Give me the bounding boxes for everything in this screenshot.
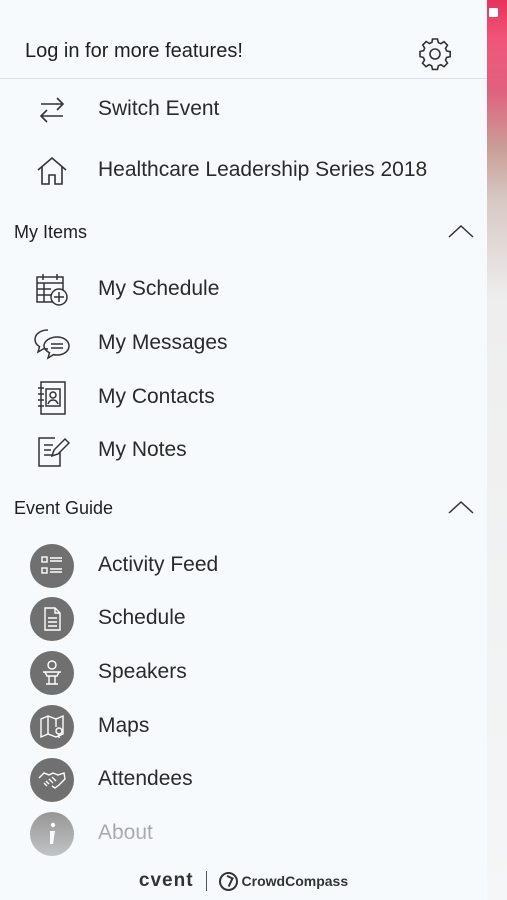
- navigation-drawer: Log in for more features! Switch Event H…: [0, 0, 487, 900]
- maps-label: Maps: [98, 714, 150, 737]
- event-guide-title: Event Guide: [14, 498, 114, 518]
- list-icon: [30, 544, 74, 588]
- home-icon: [30, 151, 74, 191]
- crowdcompass-logo: CrowdCompass: [218, 871, 349, 891]
- attendees-item[interactable]: Attendees: [0, 754, 487, 806]
- event-guide-header[interactable]: Event Guide: [0, 494, 487, 524]
- about-icon-wrap: [30, 812, 74, 856]
- document-icon: [30, 597, 74, 641]
- my-contacts-label: My Contacts: [98, 385, 215, 408]
- attendees-label: Attendees: [98, 767, 193, 790]
- schedule-icon-wrap: [30, 597, 74, 641]
- login-prompt[interactable]: Log in for more features!: [25, 40, 243, 63]
- my-contacts-item[interactable]: My Contacts: [0, 372, 487, 424]
- podium-icon: [30, 651, 74, 695]
- map-pin-icon: [30, 705, 74, 749]
- speakers-label: Speakers: [98, 660, 187, 683]
- my-schedule-label: My Schedule: [98, 277, 220, 300]
- contacts-book-icon: [30, 378, 74, 418]
- chat-bubbles-icon: [30, 324, 74, 364]
- crowdcompass-icon: [218, 871, 238, 891]
- battery-icon: [489, 8, 498, 17]
- my-notes-label: My Notes: [98, 438, 187, 461]
- my-messages-label: My Messages: [98, 331, 228, 354]
- current-event-label: Healthcare Leadership Series 2018: [98, 158, 428, 181]
- speakers-item[interactable]: Speakers: [0, 647, 487, 699]
- cvent-logo: cvent: [138, 870, 194, 891]
- attendees-icon-wrap: [30, 758, 74, 802]
- schedule-item[interactable]: Schedule: [0, 593, 487, 645]
- my-items-header[interactable]: My Items: [0, 218, 487, 248]
- about-label: About: [98, 821, 153, 844]
- my-messages-item[interactable]: My Messages: [0, 318, 487, 370]
- chevron-up-icon[interactable]: [446, 220, 476, 242]
- my-schedule-item[interactable]: My Schedule: [0, 264, 487, 316]
- maps-item[interactable]: Maps: [0, 701, 487, 753]
- footer-divider: [205, 871, 207, 891]
- maps-icon-wrap: [30, 705, 74, 749]
- switch-arrows-icon: [30, 90, 74, 130]
- activity-feed-label: Activity Feed: [98, 553, 219, 576]
- speakers-icon-wrap: [30, 651, 74, 695]
- footer-branding: cvent CrowdCompass: [0, 866, 487, 896]
- crowdcompass-text: CrowdCompass: [241, 873, 349, 889]
- switch-event-item[interactable]: Switch Event: [0, 84, 487, 136]
- my-notes-item[interactable]: My Notes: [0, 425, 487, 477]
- calendar-add-icon: [30, 270, 74, 310]
- info-icon: [30, 812, 74, 856]
- chevron-up-icon[interactable]: [446, 496, 476, 518]
- activity-feed-icon-wrap: [30, 544, 74, 588]
- handshake-icon: [30, 758, 74, 802]
- about-item[interactable]: About: [0, 808, 487, 860]
- drawer-header: Log in for more features!: [0, 18, 487, 79]
- notes-pencil-icon: [30, 431, 74, 471]
- current-event-item[interactable]: Healthcare Leadership Series 2018: [0, 145, 487, 197]
- switch-event-label: Switch Event: [98, 97, 220, 120]
- my-items-title: My Items: [14, 222, 88, 242]
- schedule-label: Schedule: [98, 606, 186, 629]
- background-app-edge: [487, 0, 507, 900]
- activity-feed-item[interactable]: Activity Feed: [0, 540, 487, 592]
- gear-icon[interactable]: [417, 36, 453, 72]
